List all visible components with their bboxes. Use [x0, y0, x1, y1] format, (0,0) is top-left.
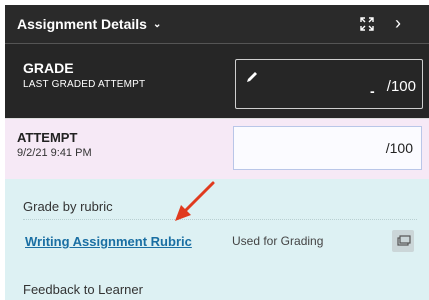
attempt-title: ATTEMPT [17, 130, 78, 145]
attempt-max: /100 [385, 140, 413, 156]
attempt-section: ATTEMPT 9/2/21 9:41 PM /100 [5, 118, 429, 179]
panel-header: Assignment Details ⌄ › [5, 5, 429, 44]
grade-by-rubric-heading: Grade by rubric [23, 199, 113, 214]
feedback-to-learner-label: Feedback to Learner [23, 282, 143, 297]
panel-title: Assignment Details [17, 16, 147, 32]
assignment-details-dropdown[interactable]: Assignment Details ⌄ [17, 16, 161, 32]
attempt-date: 9/2/21 9:41 PM [17, 147, 92, 159]
grade-title: GRADE [23, 60, 74, 76]
expand-icon[interactable] [360, 17, 374, 31]
chevron-down-icon: ⌄ [152, 19, 162, 30]
chevron-right-icon[interactable]: › [395, 13, 401, 34]
assignment-details-panel: Assignment Details ⌄ › GRADE LAST GRADED… [5, 5, 429, 300]
rubric-link[interactable]: Writing Assignment Rubric [25, 234, 192, 249]
grade-subtitle: LAST GRADED ATTEMPT [23, 79, 146, 90]
rubric-usage-label: Used for Grading [232, 234, 324, 248]
open-rubric-button[interactable] [392, 230, 414, 252]
grade-section: GRADE LAST GRADED ATTEMPT - /100 [5, 45, 429, 118]
divider [23, 219, 417, 220]
attempt-grade-input[interactable]: /100 [233, 126, 422, 170]
pencil-icon[interactable] [245, 70, 259, 84]
open-window-icon [397, 235, 411, 246]
rubric-section: Grade by rubric Writing Assignment Rubri… [5, 179, 429, 300]
grade-value: - [370, 83, 375, 99]
grade-input[interactable]: - /100 [235, 59, 423, 109]
grade-max: /100 [386, 78, 416, 95]
